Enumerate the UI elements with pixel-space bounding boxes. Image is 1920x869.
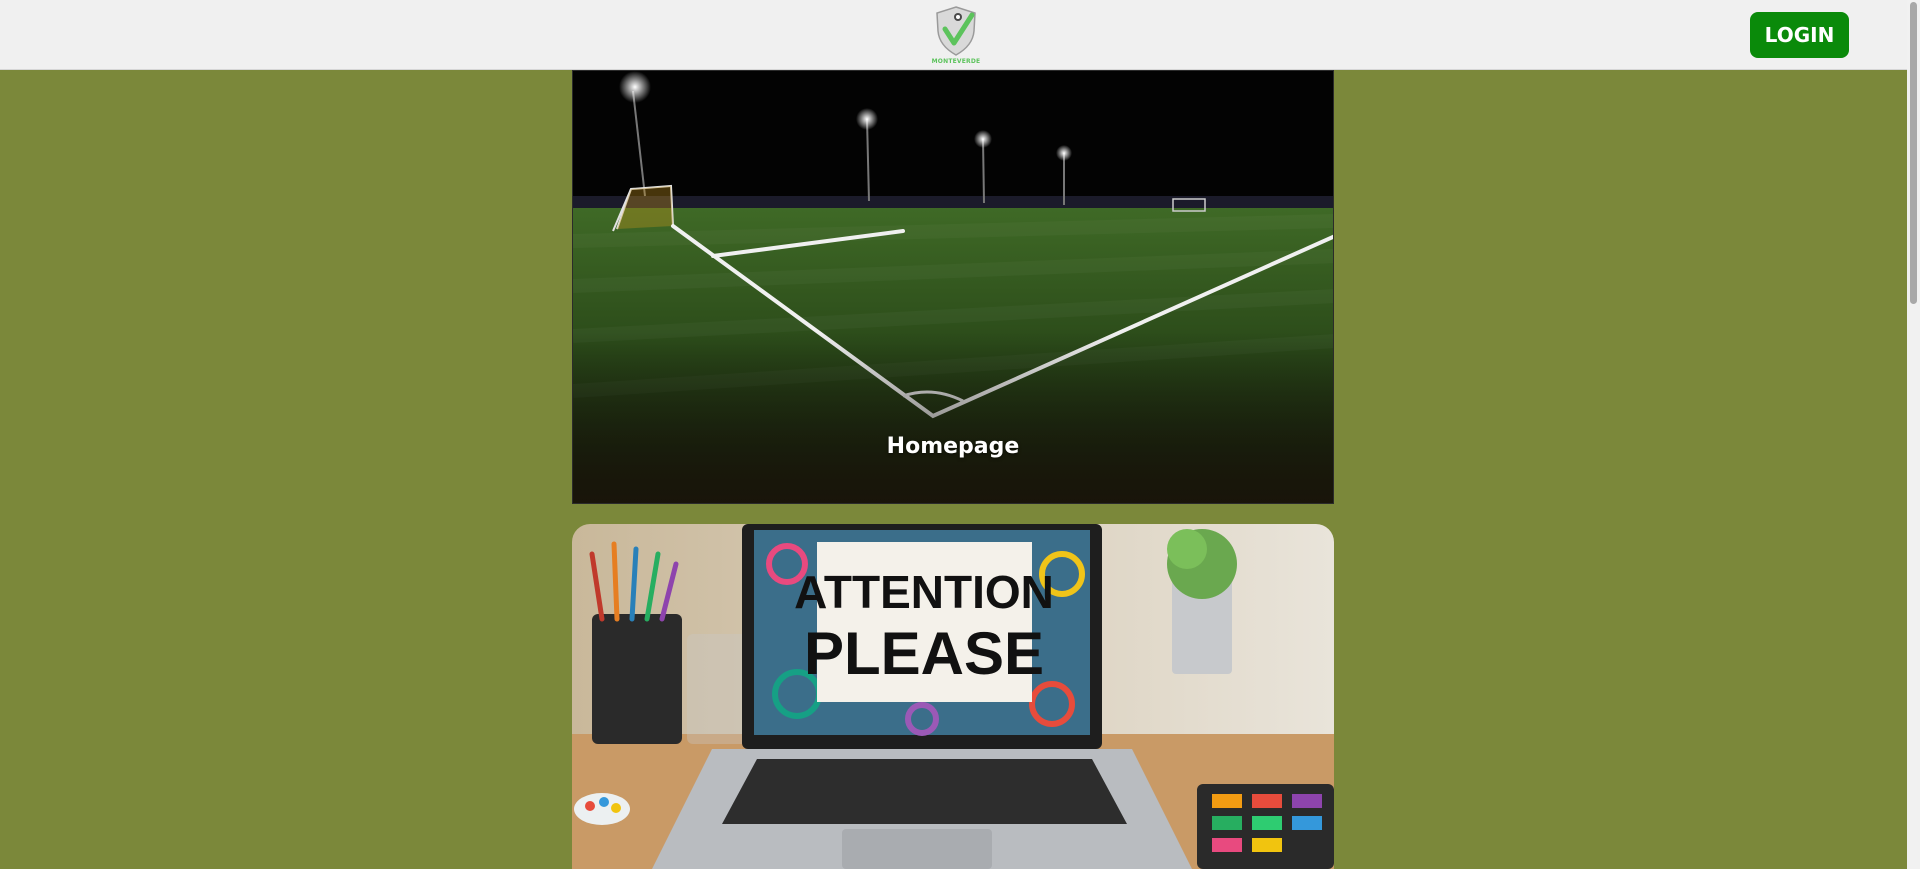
shield-icon — [936, 6, 976, 56]
top-navbar: MONTEVERDE LOGIN — [0, 0, 1907, 70]
svg-text:ATTENTION: ATTENTION — [794, 566, 1054, 618]
scrollbar-thumb[interactable] — [1910, 2, 1917, 304]
card-title: Homepage — [886, 434, 1020, 459]
vertical-scrollbar[interactable] — [1907, 0, 1920, 869]
logo-text: MONTEVERDE — [931, 58, 981, 65]
laptop-attention-image: ATTENTION PLEASE — [572, 524, 1334, 869]
attention-sign: ATTENTION PLEASE — [794, 566, 1054, 687]
homepage-card[interactable]: Homepage — [572, 70, 1334, 504]
monteverde-logo[interactable]: MONTEVERDE — [925, 5, 987, 65]
svg-text:PLEASE: PLEASE — [804, 620, 1044, 687]
attention-card[interactable]: ATTENTION PLEASE — [572, 524, 1334, 869]
login-button[interactable]: LOGIN — [1750, 12, 1849, 58]
